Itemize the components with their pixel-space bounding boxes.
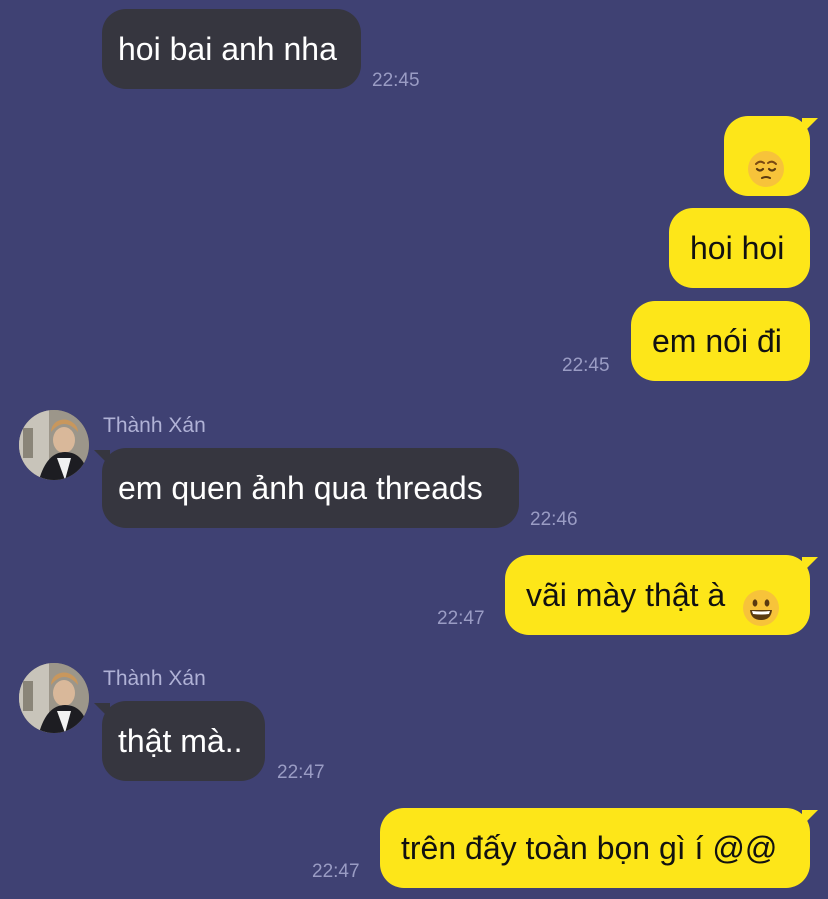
grinning-face-emoji <box>742 576 780 626</box>
message-timestamp: 22:47 <box>437 608 485 629</box>
message-bubble-incoming[interactable]: thật mà.. <box>94 701 265 781</box>
message-timestamp: 22:47 <box>277 762 325 783</box>
message-text: em quen ảnh qua threads <box>118 470 483 506</box>
sender-name: Thành Xán <box>103 414 206 437</box>
message-bubble-outgoing[interactable] <box>724 116 818 196</box>
message-text: vãi mày thật à <box>526 577 726 613</box>
message-bubble-outgoing[interactable]: em nói đi <box>631 301 810 381</box>
pensive-face-emoji <box>747 137 785 187</box>
message-bubble-outgoing[interactable]: hoi hoi <box>669 208 810 288</box>
message-text: hoi bai anh nha <box>118 31 337 67</box>
message-bubble-incoming[interactable]: em quen ảnh qua threads <box>94 448 519 528</box>
message-text: em nói đi <box>652 323 782 359</box>
message-text: thật mà.. <box>118 723 243 759</box>
sender-avatar[interactable] <box>19 663 89 733</box>
sender-name: Thành Xán <box>103 667 206 690</box>
message-bubble-outgoing[interactable]: vãi mày thật à <box>505 555 818 635</box>
message-bubble-incoming[interactable]: hoi bai anh nha <box>102 9 361 89</box>
message-timestamp: 22:46 <box>530 509 578 530</box>
sender-avatar[interactable] <box>19 410 89 480</box>
message-timestamp: 22:45 <box>562 355 610 376</box>
message-bubble-outgoing[interactable]: trên đấy toàn bọn gì í @@ <box>380 808 818 888</box>
message-text: hoi hoi <box>690 230 785 266</box>
message-timestamp: 22:47 <box>312 861 360 882</box>
message-timestamp: 22:45 <box>372 70 420 91</box>
message-text: trên đấy toàn bọn gì í @@ <box>401 830 778 866</box>
